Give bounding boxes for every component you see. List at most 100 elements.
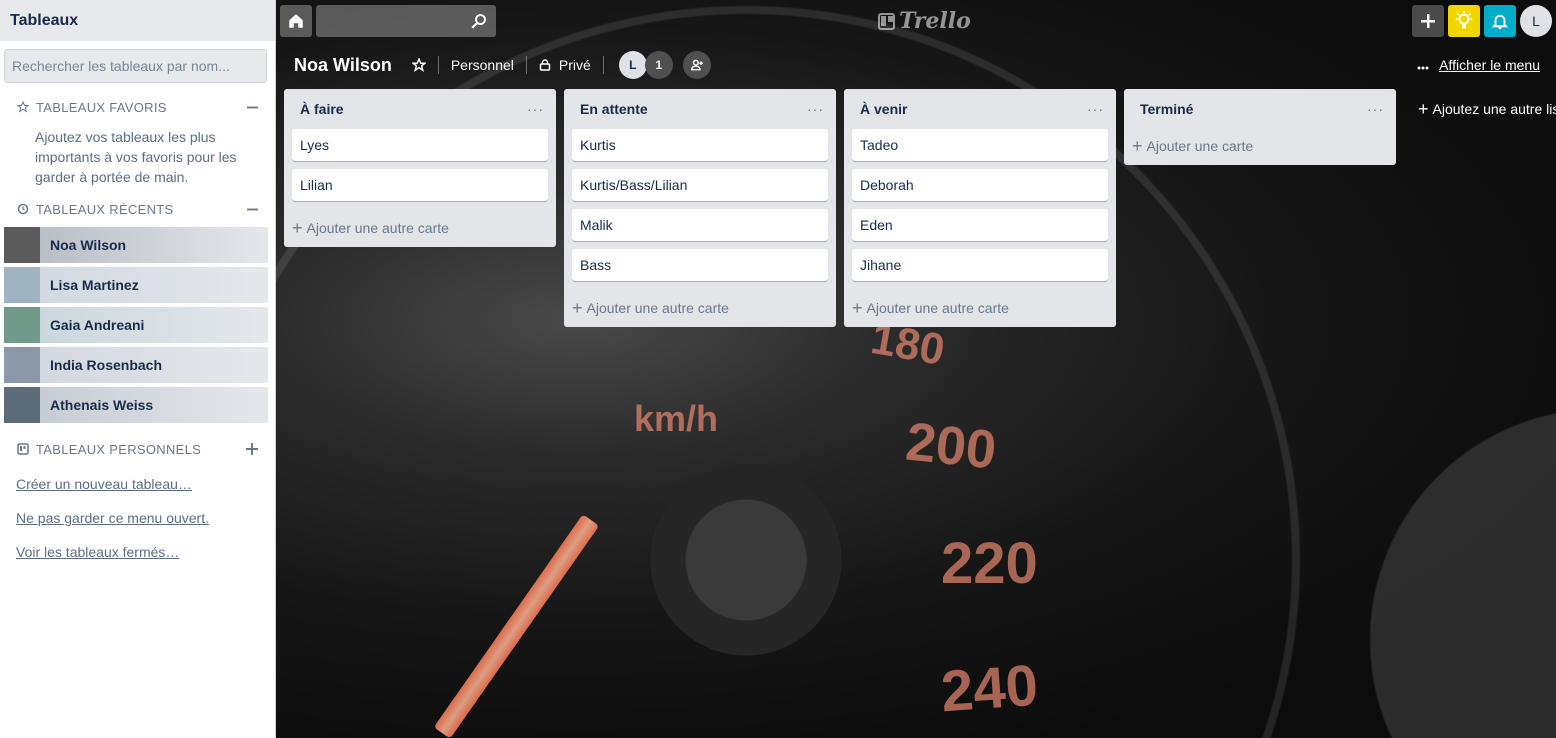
add-card-label: Ajouter une autre carte — [866, 300, 1009, 316]
board-title[interactable]: Noa Wilson — [294, 55, 392, 76]
closed-boards-link[interactable]: Voir les tableaux fermés… — [0, 535, 275, 569]
add-card-label: Ajouter une autre carte — [306, 220, 449, 236]
info-button[interactable] — [1448, 5, 1480, 37]
show-menu-button[interactable]: Afficher le menu — [1417, 57, 1540, 73]
collapse-recent-icon[interactable] — [245, 202, 259, 216]
dial-mark: 220 — [941, 531, 1038, 596]
recent-board-name: India Rosenbach — [50, 357, 163, 373]
card[interactable]: Malik — [572, 209, 828, 241]
member-avatar[interactable]: L — [618, 51, 647, 79]
list-menu-icon[interactable]: ··· — [1087, 101, 1104, 117]
dial-mark: 240 — [938, 652, 1040, 725]
card[interactable]: Kurtis — [572, 129, 828, 161]
card[interactable]: Lyes — [292, 129, 548, 161]
list-header[interactable]: À faire ··· — [284, 89, 556, 129]
board-thumbnail — [4, 267, 40, 303]
list-title[interactable]: En attente — [580, 101, 807, 117]
favorites-empty-text: Ajoutez vos tableaux les plus importants… — [35, 129, 237, 185]
board-icon — [16, 442, 30, 456]
recent-board-item[interactable]: Noa Wilson — [4, 227, 268, 263]
board-canvas: km/h 180 200 220 240 Trello L Noa Wilson… — [276, 0, 1556, 738]
plus-icon — [1421, 14, 1435, 28]
list-header[interactable]: À venir ··· — [844, 89, 1116, 129]
add-list-button[interactable]: + Ajoutez une autre liste — [1418, 100, 1556, 118]
boards-search-input[interactable]: Rechercher les tableaux par nom... — [4, 49, 267, 83]
logo-text: Trello — [899, 8, 971, 34]
add-card-button[interactable]: + Ajouter une autre carte — [844, 289, 1116, 327]
list-menu-icon[interactable]: ··· — [1367, 101, 1384, 117]
board-header: Noa Wilson Personnel Privé L 1 Afficher … — [276, 44, 1556, 86]
list-title[interactable]: À venir — [860, 101, 1087, 117]
dial-unit-label: km/h — [634, 398, 719, 439]
home-button[interactable] — [280, 5, 312, 37]
home-icon — [289, 14, 303, 28]
card[interactable]: Lilian — [292, 169, 548, 201]
add-user-icon — [690, 59, 703, 71]
plus-icon: + — [572, 298, 583, 318]
favorites-section-title: TABLEAUX FAVORIS — [36, 99, 167, 115]
member-count-badge[interactable]: 1 — [644, 51, 673, 79]
recent-section-header[interactable]: TABLEAUX RÉCENTS — [0, 191, 275, 227]
add-card-button[interactable]: + Ajouter une autre carte — [564, 289, 836, 327]
clock-icon — [16, 202, 30, 216]
add-card-button[interactable]: + Ajouter une carte — [1124, 127, 1396, 165]
card[interactable]: Deborah — [852, 169, 1108, 201]
recent-board-item[interactable]: Lisa Martinez — [4, 267, 268, 303]
list-header[interactable]: Terminé ··· — [1124, 89, 1396, 129]
card[interactable]: Jihane — [852, 249, 1108, 281]
show-menu-label: Afficher le menu — [1439, 57, 1540, 73]
board-team-button[interactable]: Personnel — [451, 57, 514, 73]
speedometer-needle — [433, 514, 600, 738]
board-thumbnail — [4, 387, 40, 423]
star-board-icon[interactable] — [411, 58, 426, 72]
plus-icon: + — [292, 218, 303, 238]
board-thumbnail — [4, 347, 40, 383]
add-card-label: Ajouter une carte — [1146, 138, 1254, 154]
top-search-input[interactable] — [316, 5, 496, 37]
list-title[interactable]: À faire — [300, 101, 527, 117]
recent-board-item[interactable]: Gaia Andreani — [4, 307, 268, 343]
recent-section-title: TABLEAUX RÉCENTS — [36, 201, 174, 217]
notifications-button[interactable] — [1484, 5, 1516, 37]
list-menu-icon[interactable]: ··· — [807, 101, 824, 117]
list-title[interactable]: Terminé — [1140, 101, 1367, 117]
collapse-favorites-icon[interactable] — [245, 100, 259, 114]
list-column: À venir ··· Tadeo Deborah Eden Jihane + Ajouter… — [844, 89, 1116, 327]
recent-board-item[interactable]: Athenais Weiss — [4, 387, 268, 423]
user-avatar[interactable]: L — [1520, 5, 1552, 37]
card[interactable]: Kurtis/Bass/Lilian — [572, 169, 828, 201]
sidebar-title: Tableaux — [0, 0, 275, 41]
favorites-section-header[interactable]: TABLEAUX FAVORIS — [0, 89, 275, 125]
create-button[interactable] — [1412, 5, 1444, 37]
personal-section-header[interactable]: TABLEAUX PERSONNELS — [0, 431, 275, 467]
dial-mark: 200 — [903, 411, 999, 481]
list-column: En attente ··· Kurtis Kurtis/Bass/Lilian Mal… — [564, 89, 836, 327]
card[interactable]: Bass — [572, 249, 828, 281]
boards-sidebar: Tableaux Rechercher les tableaux par nom… — [0, 0, 276, 738]
create-board-link[interactable]: Créer un nouveau tableau… — [0, 467, 275, 501]
add-board-icon[interactable] — [245, 442, 259, 456]
board-visibility-button[interactable]: Privé — [539, 57, 591, 73]
card[interactable]: Eden — [852, 209, 1108, 241]
plus-icon: + — [1132, 136, 1143, 156]
add-card-button[interactable]: + Ajouter une autre carte — [284, 209, 556, 247]
plus-icon: + — [1418, 99, 1429, 119]
plus-icon: + — [852, 298, 863, 318]
star-icon — [16, 100, 30, 114]
more-icon — [1417, 57, 1429, 73]
invite-member-button[interactable] — [682, 51, 711, 79]
trello-logo[interactable]: Trello — [878, 8, 971, 34]
list-menu-icon[interactable]: ··· — [527, 101, 544, 117]
trello-logo-icon — [878, 12, 895, 30]
list-header[interactable]: En attente ··· — [564, 89, 836, 129]
board-thumbnail — [4, 227, 40, 263]
board-thumbnail — [4, 307, 40, 343]
recent-board-item[interactable]: India Rosenbach — [4, 347, 268, 383]
close-menu-link[interactable]: Ne pas garder ce menu ouvert. — [0, 501, 275, 535]
add-list-label: Ajoutez une autre liste — [1432, 101, 1556, 117]
card[interactable]: Tadeo — [852, 129, 1108, 161]
lock-icon — [539, 59, 551, 71]
add-card-label: Ajouter une autre carte — [586, 300, 729, 316]
top-bar: Trello L — [276, 0, 1556, 40]
list-column: Terminé ··· + Ajouter une carte — [1124, 89, 1396, 165]
